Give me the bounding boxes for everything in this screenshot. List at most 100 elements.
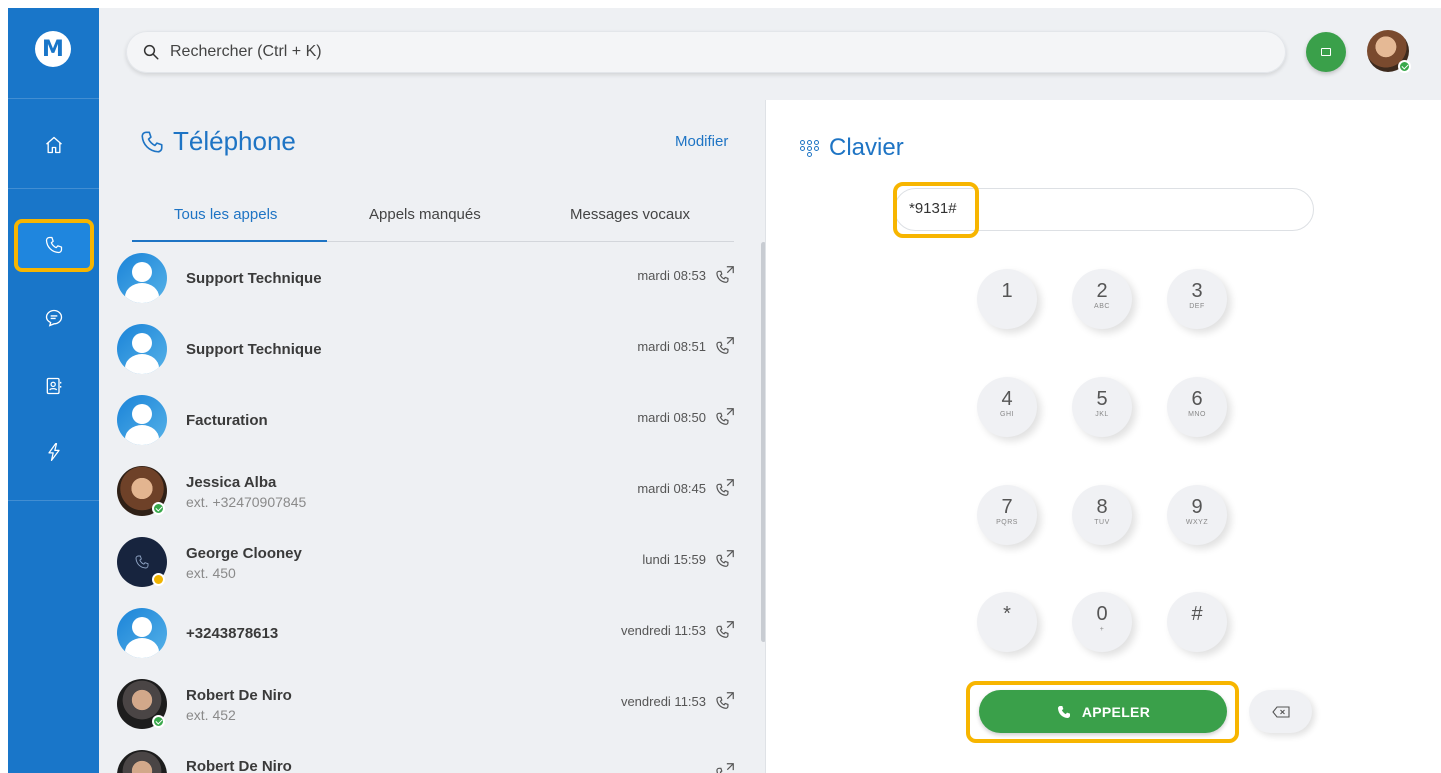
contacts-icon bbox=[46, 377, 61, 395]
search-input[interactable] bbox=[170, 43, 1270, 61]
sidebar-item-contacts[interactable] bbox=[8, 356, 99, 416]
call-button[interactable]: APPELER bbox=[979, 690, 1227, 733]
key-digit: 4 bbox=[1001, 388, 1013, 410]
call-row[interactable]: Support Technique mardi 08:51 bbox=[114, 313, 744, 384]
phone-panel: Téléphone Modifier Tous les appels Appel… bbox=[99, 100, 766, 773]
caller-name: Facturation bbox=[186, 412, 268, 429]
key-3[interactable]: 3 DEF bbox=[1167, 269, 1227, 329]
key-digit: 8 bbox=[1096, 496, 1108, 518]
avatar bbox=[117, 395, 167, 445]
key-0[interactable]: 0 + bbox=[1072, 592, 1132, 652]
key-letters: ABC bbox=[1094, 303, 1110, 310]
sidebar-item-automation[interactable] bbox=[8, 422, 99, 482]
page-title: Téléphone bbox=[139, 126, 296, 157]
call-row[interactable]: Jessica Alba ext. +32470907845 mardi 08:… bbox=[114, 455, 744, 526]
key-digit: 1 bbox=[1001, 280, 1013, 302]
keypad-panel: Clavier 1 2ABC 3DEF 4GHI 5JKL 6MNO 7PQRS… bbox=[767, 100, 1441, 773]
call-time: vendredi 11:53 bbox=[620, 623, 706, 638]
outgoing-call-icon[interactable] bbox=[714, 264, 736, 286]
tab-missed-calls[interactable]: Appels manqués bbox=[369, 206, 481, 223]
key-digit: 9 bbox=[1191, 496, 1203, 518]
call-row[interactable]: George Clooney ext. 450 lundi 15:59 bbox=[114, 526, 744, 597]
app-logo[interactable]: M bbox=[35, 31, 71, 67]
key-digit: 0 bbox=[1096, 603, 1108, 625]
modify-link[interactable]: Modifier bbox=[675, 133, 728, 150]
call-time: vendredi 11:53 bbox=[620, 694, 706, 709]
key-letters: DEF bbox=[1189, 303, 1205, 310]
scrollbar[interactable] bbox=[761, 242, 765, 642]
avatar bbox=[117, 253, 167, 303]
online-status-badge bbox=[152, 715, 165, 728]
key-letters: TUV bbox=[1094, 519, 1110, 526]
key-digit: 6 bbox=[1191, 388, 1203, 410]
key-5[interactable]: 5 JKL bbox=[1072, 377, 1132, 437]
key-star[interactable]: * bbox=[977, 592, 1037, 652]
key-letters: MNO bbox=[1188, 411, 1206, 418]
outgoing-call-icon[interactable] bbox=[714, 619, 736, 641]
key-digit: * bbox=[1003, 603, 1011, 625]
key-1[interactable]: 1 bbox=[977, 269, 1037, 329]
device-status-button[interactable] bbox=[1306, 32, 1346, 72]
call-row[interactable]: Robert De Niro ext. 452 vendredi 11:53 bbox=[114, 668, 744, 739]
backspace-button[interactable] bbox=[1249, 690, 1312, 733]
caller-name: George Clooney bbox=[186, 545, 302, 562]
outgoing-call-icon[interactable] bbox=[714, 761, 736, 773]
caller-name: +3243878613 bbox=[186, 625, 279, 642]
call-time: lundi 15:59 bbox=[642, 552, 706, 567]
key-letters: GHI bbox=[1000, 411, 1014, 418]
key-hash[interactable]: # bbox=[1167, 592, 1227, 652]
sidebar-item-phone-icon-wrap bbox=[8, 215, 99, 275]
avatar bbox=[117, 750, 167, 773]
page-title-text: Téléphone bbox=[173, 126, 296, 156]
call-row[interactable]: Robert De Niro bbox=[114, 739, 744, 773]
sidebar-divider bbox=[8, 98, 99, 99]
outgoing-call-icon[interactable] bbox=[714, 548, 736, 570]
outgoing-call-icon[interactable] bbox=[714, 406, 736, 428]
key-7[interactable]: 7 PQRS bbox=[977, 485, 1037, 545]
online-status-badge bbox=[152, 502, 165, 515]
caller-name: Jessica Alba bbox=[186, 474, 277, 491]
key-letters: PQRS bbox=[996, 519, 1018, 526]
caller-name: Robert De Niro bbox=[186, 687, 292, 704]
caller-name: Support Technique bbox=[186, 270, 322, 287]
avatar bbox=[117, 608, 167, 658]
keypad-title-text: Clavier bbox=[829, 134, 904, 161]
outgoing-call-icon[interactable] bbox=[714, 690, 736, 712]
outgoing-call-icon[interactable] bbox=[714, 335, 736, 357]
sidebar: M bbox=[8, 8, 99, 773]
key-2[interactable]: 2 ABC bbox=[1072, 269, 1132, 329]
key-9[interactable]: 9 WXYZ bbox=[1167, 485, 1227, 545]
key-digit: 2 bbox=[1096, 280, 1108, 302]
call-row[interactable]: Support Technique mardi 08:53 bbox=[114, 242, 744, 313]
key-digit: 3 bbox=[1191, 280, 1203, 302]
outgoing-call-icon[interactable] bbox=[714, 477, 736, 499]
tab-all-calls[interactable]: Tous les appels bbox=[174, 206, 277, 223]
keypad-icon bbox=[800, 139, 819, 157]
phone-icon bbox=[45, 236, 62, 254]
sidebar-divider bbox=[8, 500, 99, 501]
lightning-icon bbox=[47, 443, 60, 461]
tab-voicemail[interactable]: Messages vocaux bbox=[570, 206, 690, 223]
call-tabs: Tous les appels Appels manqués Messages … bbox=[132, 196, 734, 242]
sidebar-item-home[interactable] bbox=[8, 115, 99, 175]
key-4[interactable]: 4 GHI bbox=[977, 377, 1037, 437]
dial-number-field[interactable] bbox=[894, 188, 1314, 231]
key-6[interactable]: 6 MNO bbox=[1167, 377, 1227, 437]
phone-icon bbox=[1057, 705, 1070, 718]
dial-number-input[interactable] bbox=[909, 200, 1289, 217]
search-bar[interactable] bbox=[126, 31, 1286, 73]
call-time: mardi 08:51 bbox=[637, 339, 706, 354]
away-status-badge bbox=[152, 573, 165, 586]
caller-extension: ext. 452 bbox=[186, 707, 236, 723]
call-row[interactable]: Facturation mardi 08:50 bbox=[114, 384, 744, 455]
key-digit: 7 bbox=[1001, 496, 1013, 518]
keypad-title: Clavier bbox=[800, 134, 904, 162]
call-row[interactable]: +3243878613 vendredi 11:53 bbox=[114, 597, 744, 668]
call-time: mardi 08:45 bbox=[637, 481, 706, 496]
key-letters: + bbox=[1099, 626, 1105, 633]
sidebar-item-chat[interactable] bbox=[8, 288, 99, 348]
phone-icon bbox=[135, 555, 149, 569]
key-8[interactable]: 8 TUV bbox=[1072, 485, 1132, 545]
caller-name: Support Technique bbox=[186, 341, 322, 358]
screen-icon bbox=[1321, 48, 1331, 56]
